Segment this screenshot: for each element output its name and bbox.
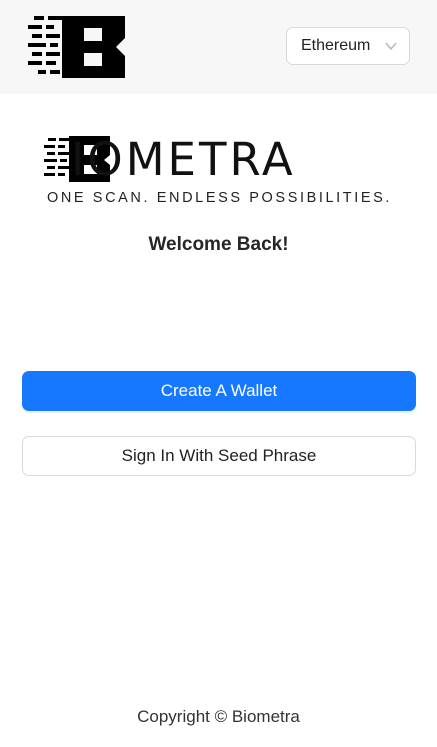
create-wallet-button[interactable]: Create A Wallet <box>22 371 416 411</box>
network-select-value: Ethereum <box>301 37 371 54</box>
app-header: Ethereum <box>0 0 437 94</box>
welcome-title: Welcome Back! <box>148 234 289 255</box>
brand-wordmark: IOMETRA <box>71 133 296 186</box>
footer-copyright: Copyright © Biometra <box>137 707 300 726</box>
chevron-down-icon <box>385 42 397 51</box>
sign-in-seed-phrase-button-label: Sign In With Seed Phrase <box>121 446 317 465</box>
sign-in-seed-phrase-button[interactable]: Sign In With Seed Phrase <box>22 436 416 476</box>
biometra-b-logo-icon[interactable] <box>28 16 125 78</box>
brand-tagline: ONE SCAN. ENDLESS POSSIBILITIES. <box>46 190 393 206</box>
create-wallet-button-label: Create A Wallet <box>160 381 278 400</box>
network-select[interactable]: Ethereum <box>286 27 410 65</box>
